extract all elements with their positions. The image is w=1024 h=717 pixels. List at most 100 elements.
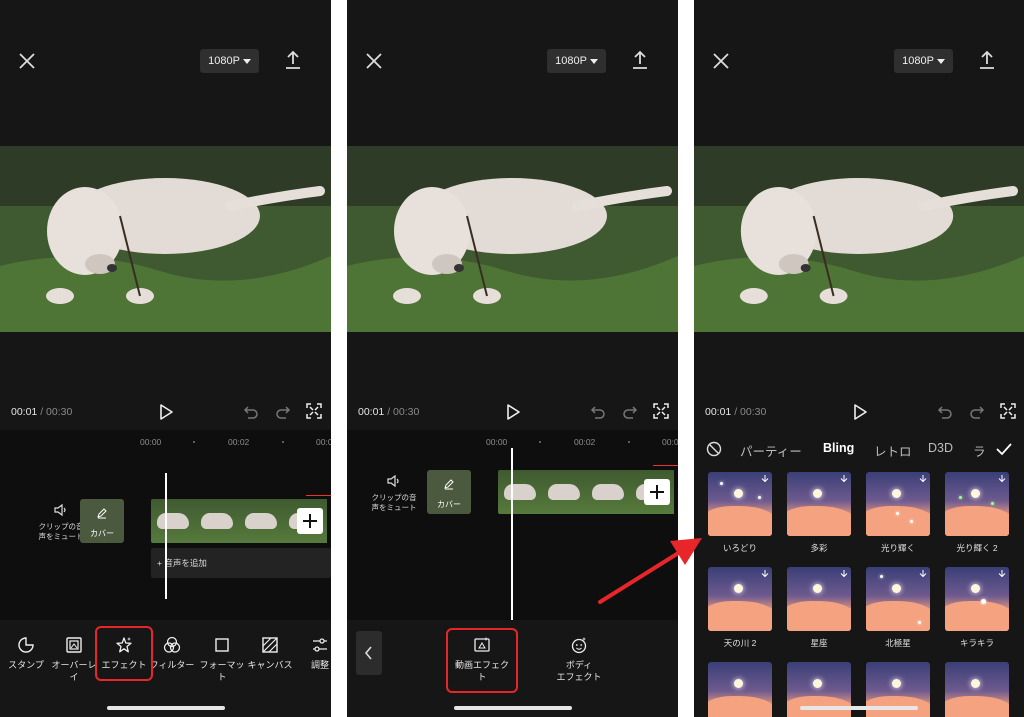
redo-icon[interactable]: [275, 404, 291, 420]
resolution-button[interactable]: 1080P: [547, 49, 606, 73]
editor-panel-1: 1080P 00:01 / 00:30 00:00 00:02 00:0 クリッ…: [0, 0, 331, 717]
tool-format[interactable]: フォーマッ ト: [196, 636, 248, 683]
time-display: 00:01 / 00:30: [705, 406, 767, 418]
effect-thumbnail: [945, 472, 1009, 536]
effect-item[interactable]: キラキラ: [945, 567, 1009, 649]
undo-icon[interactable]: [590, 404, 606, 420]
effect-item[interactable]: 天の川 2: [708, 567, 772, 649]
add-clip-button[interactable]: [644, 479, 670, 505]
tool-overlay[interactable]: オーバーレ イ: [48, 636, 100, 683]
mute-clip-audio-button[interactable]: クリップの音 声をミュート: [359, 474, 429, 513]
body-effect-face-icon: [571, 637, 587, 654]
clip-thumbnail: [542, 470, 586, 514]
close-icon[interactable]: [711, 51, 731, 71]
video-preview: [0, 146, 331, 332]
effect-thumbnail: [708, 662, 772, 717]
tool-canvas[interactable]: キャンバス: [244, 636, 296, 671]
effect-thumbnail: [708, 567, 772, 631]
chevron-left-icon: [364, 646, 372, 660]
play-icon[interactable]: [158, 403, 174, 421]
tab-d3d[interactable]: D3D: [928, 441, 953, 455]
close-icon[interactable]: [17, 51, 37, 71]
export-icon[interactable]: [630, 49, 650, 71]
tab-party[interactable]: パーティー: [740, 441, 802, 460]
add-audio-button[interactable]: + 音声を追加: [151, 548, 331, 578]
cover-button[interactable]: カバー: [80, 499, 124, 543]
tool-body-effect[interactable]: ボディ エフェクト: [547, 636, 611, 683]
clip-end-marker: [653, 465, 678, 466]
video-preview: [347, 146, 678, 332]
home-indicator: [800, 706, 918, 710]
adjust-sliders-icon: [313, 638, 327, 652]
clip-thumbnail: [586, 470, 630, 514]
tab-bling[interactable]: Bling: [823, 441, 854, 455]
effect-thumbnail: [866, 472, 930, 536]
effect-item[interactable]: [945, 662, 1009, 717]
back-button[interactable]: [356, 631, 382, 675]
effect-item[interactable]: 光り輝く 2: [945, 472, 1009, 554]
no-effect-icon[interactable]: [706, 441, 722, 457]
time-display: 00:01 / 00:30: [11, 406, 73, 418]
undo-icon[interactable]: [243, 404, 259, 420]
play-icon[interactable]: [505, 403, 521, 421]
add-clip-button[interactable]: [297, 508, 323, 534]
tool-sticker[interactable]: スタンプ: [0, 636, 52, 671]
chevron-down-icon: [242, 58, 251, 64]
resolution-button[interactable]: 1080P: [200, 49, 259, 73]
effect-item[interactable]: 北極星: [866, 567, 930, 649]
ruler-dot: [628, 441, 630, 443]
export-icon[interactable]: [977, 49, 997, 71]
playhead[interactable]: [511, 448, 513, 620]
tab-retro[interactable]: レトロ: [874, 441, 912, 460]
effect-thumbnail: [787, 472, 851, 536]
fullscreen-icon[interactable]: [306, 403, 322, 419]
ruler-label: 00:00: [486, 437, 508, 447]
editor-panel-2: 1080P 00:01 / 00:30 00:00 00:02 00:0 クリッ…: [347, 0, 678, 717]
home-indicator: [454, 706, 572, 710]
format-icon: [215, 638, 229, 652]
download-icon: [761, 570, 769, 578]
effect-item[interactable]: [708, 662, 772, 717]
download-icon: [998, 475, 1006, 483]
effect-thumbnail: [945, 662, 1009, 717]
download-icon: [919, 570, 927, 578]
ruler-label: 00:02: [228, 437, 250, 447]
check-icon[interactable]: [995, 441, 1013, 457]
resolution-button[interactable]: 1080P: [894, 49, 953, 73]
filter-icon: [163, 636, 181, 653]
ruler-label: 00:00: [140, 437, 162, 447]
redo-icon[interactable]: [969, 404, 985, 420]
export-icon[interactable]: [283, 49, 303, 71]
cover-label: カバー: [90, 529, 114, 538]
effect-item[interactable]: 星座: [787, 567, 851, 649]
clip-thumbnail: [195, 499, 239, 543]
overlay-icon: [66, 637, 82, 653]
ruler-label: 00:02: [574, 437, 596, 447]
tool-adjust[interactable]: 調整: [294, 636, 331, 671]
cover-button[interactable]: カバー: [427, 470, 471, 514]
redo-icon[interactable]: [622, 404, 638, 420]
canvas-icon: [262, 637, 278, 653]
clip-end-marker: [306, 495, 331, 496]
time-display: 00:01 / 00:30: [358, 406, 420, 418]
ruler-label: 00:0: [316, 437, 331, 447]
effect-item[interactable]: 光り輝く: [866, 472, 930, 554]
effect-thumbnail: [866, 567, 930, 631]
download-icon: [761, 475, 769, 483]
fullscreen-icon[interactable]: [1000, 403, 1016, 419]
effect-item[interactable]: いろどり: [708, 472, 772, 554]
chevron-down-icon: [936, 58, 945, 64]
video-preview: [694, 146, 1024, 332]
clip-thumbnail: [498, 470, 542, 514]
play-icon[interactable]: [852, 403, 868, 421]
download-icon: [998, 570, 1006, 578]
undo-icon[interactable]: [937, 404, 953, 420]
fullscreen-icon[interactable]: [653, 403, 669, 419]
tab-more[interactable]: ラ: [973, 441, 986, 460]
download-icon: [840, 475, 848, 483]
tool-filter[interactable]: フィルター: [146, 636, 198, 671]
download-icon: [919, 475, 927, 483]
close-icon[interactable]: [364, 51, 384, 71]
effect-item[interactable]: 多彩: [787, 472, 851, 554]
playhead[interactable]: [165, 473, 167, 599]
